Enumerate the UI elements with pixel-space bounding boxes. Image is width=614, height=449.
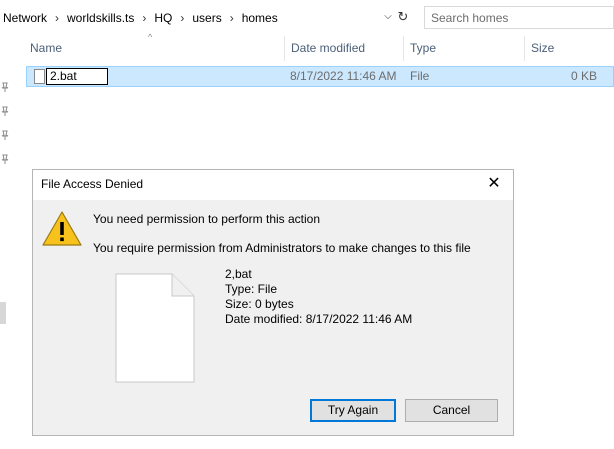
search-box[interactable] <box>424 6 614 29</box>
column-header-type[interactable]: Type <box>404 36 524 61</box>
file-icon <box>34 69 45 84</box>
cancel-button[interactable]: Cancel <box>405 399 498 422</box>
breadcrumb-item-users[interactable]: users <box>189 11 224 25</box>
file-date-modified: 8/17/2022 11:46 AM <box>290 69 397 83</box>
search-input[interactable] <box>425 7 613 28</box>
address-bar: Network › worldskills.ts › HQ › users › … <box>0 0 614 36</box>
pin-icon[interactable] <box>1 130 9 140</box>
file-details: 2,bat Type: File Size: 0 bytes Date modi… <box>225 267 412 327</box>
breadcrumb: Network › worldskills.ts › HQ › users › … <box>0 6 382 30</box>
pin-icon[interactable] <box>1 82 9 92</box>
breadcrumb-separator-icon[interactable]: › <box>225 11 239 25</box>
breadcrumb-item-homes[interactable]: homes <box>239 11 281 25</box>
dialog-title: File Access Denied <box>41 177 144 191</box>
breadcrumb-item-hq[interactable]: HQ <box>151 11 175 25</box>
warning-icon <box>41 210 83 248</box>
column-header-name[interactable]: Name <box>24 36 284 61</box>
file-icon <box>115 273 195 383</box>
dialog-message-detail: You require permission from Administrato… <box>93 241 471 255</box>
detail-file-type: Type: File <box>225 282 278 296</box>
breadcrumb-item-worldskills[interactable]: worldskills.ts <box>64 11 137 25</box>
breadcrumb-item-network[interactable]: Network <box>0 11 50 25</box>
column-header-size[interactable]: Size <box>525 36 614 61</box>
file-size: 0 KB <box>570 69 597 83</box>
dialog-titlebar[interactable]: File Access Denied ✕ <box>33 170 513 200</box>
file-row[interactable]: 2.bat 8/17/2022 11:46 AM File 0 KB <box>26 66 614 87</box>
file-access-denied-dialog: File Access Denied ✕ You need permission… <box>32 169 514 436</box>
dialog-message-main: You need permission to perform this acti… <box>93 212 321 226</box>
refresh-icon[interactable]: ↻ <box>396 9 410 25</box>
close-icon[interactable]: ✕ <box>485 174 503 194</box>
file-type: File <box>410 69 430 83</box>
column-headers: ^ Name Date modified Type Size <box>24 32 614 61</box>
detail-file-name: 2,bat <box>225 267 252 281</box>
navigation-pane <box>0 36 12 449</box>
detail-file-size: Size: 0 bytes <box>225 297 294 311</box>
detail-file-date: Date modified: 8/17/2022 11:46 AM <box>225 312 413 326</box>
nav-scrollbar[interactable] <box>0 302 6 324</box>
pin-icon[interactable] <box>1 154 9 164</box>
try-again-button[interactable]: Try Again <box>310 399 396 422</box>
breadcrumb-separator-icon[interactable]: › <box>137 11 151 25</box>
rename-input[interactable]: 2.bat <box>46 68 108 85</box>
chevron-down-icon[interactable]: ⌵ <box>382 9 394 25</box>
column-header-date-modified[interactable]: Date modified <box>285 36 403 61</box>
breadcrumb-separator-icon[interactable]: › <box>175 11 189 25</box>
pin-icon[interactable] <box>1 106 9 116</box>
breadcrumb-separator-icon[interactable]: › <box>50 11 64 25</box>
